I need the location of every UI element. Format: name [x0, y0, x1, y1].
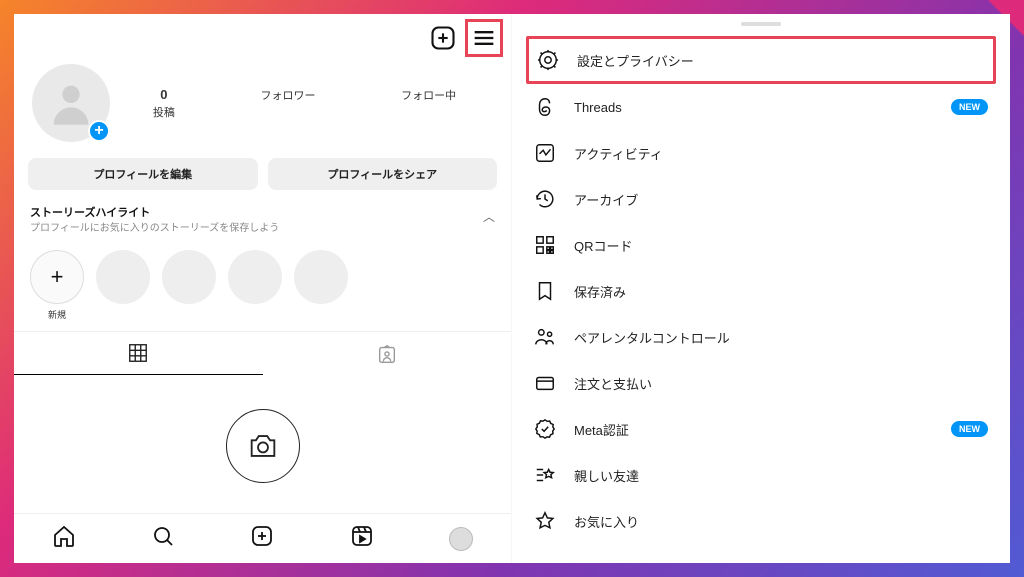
- new-badge: NEW: [951, 99, 988, 115]
- story-placeholder: [294, 250, 348, 321]
- person-icon: [45, 77, 97, 129]
- search-icon: [151, 524, 175, 548]
- parental-icon: [534, 326, 556, 348]
- menu-item-label: Threads: [574, 100, 933, 115]
- grid-icon: [127, 342, 149, 364]
- menu-button[interactable]: [470, 24, 498, 52]
- menu-item-gear[interactable]: 設定とプライバシー: [526, 36, 996, 84]
- nav-profile[interactable]: [449, 527, 473, 551]
- menu-item-label: ペアレンタルコントロール: [574, 328, 988, 347]
- menu-item-verified[interactable]: Meta認証 NEW: [534, 406, 988, 452]
- menu-item-label: 注文と支払い: [574, 374, 988, 393]
- plus-square-icon: [250, 524, 274, 548]
- stat-following[interactable]: フォロー中: [401, 87, 456, 120]
- stat-followers[interactable]: フォロワー: [260, 87, 315, 120]
- chevron-up-icon[interactable]: ︿: [483, 208, 495, 225]
- followers-label: フォロワー: [260, 90, 315, 102]
- menu-item-closefriends[interactable]: 親しい友達: [534, 452, 988, 498]
- profile-screen: + 0 投稿 フォロワー フォロー中 プロフィールを編集: [14, 14, 512, 563]
- posts-count: 0: [153, 87, 175, 102]
- empty-grid: [14, 375, 511, 489]
- menu-item-label: アクティビティ: [574, 144, 988, 163]
- plus-square-icon: [429, 24, 457, 52]
- menu-item-label: アーカイブ: [574, 190, 988, 209]
- tab-tagged[interactable]: [263, 332, 512, 375]
- home-icon: [52, 524, 76, 548]
- menu-sheet: 設定とプライバシー Threads NEW アクティビティアーカイブ QRコード保存済み…: [512, 14, 1010, 563]
- menu-item-label: QRコード: [574, 236, 988, 255]
- sheet-handle[interactable]: [741, 22, 781, 26]
- tagged-icon: [376, 343, 398, 365]
- menu-item-star[interactable]: お気に入り: [534, 498, 988, 544]
- nav-home[interactable]: [52, 524, 76, 553]
- bookmark-icon: [534, 280, 556, 302]
- profile-tabs: [14, 331, 511, 375]
- add-story-icon[interactable]: +: [88, 120, 110, 142]
- stats: 0 投稿 フォロワー フォロー中: [110, 87, 499, 120]
- story-new[interactable]: + 新規: [30, 250, 84, 321]
- stat-posts[interactable]: 0 投稿: [153, 87, 175, 120]
- nav-reels[interactable]: [350, 524, 374, 553]
- camera-empty-icon: [226, 409, 300, 483]
- story-placeholder: [228, 250, 282, 321]
- following-label: フォロー中: [401, 90, 456, 102]
- profile-header: + 0 投稿 フォロワー フォロー中: [14, 58, 511, 148]
- create-button[interactable]: [429, 24, 457, 52]
- edit-profile-button[interactable]: プロフィールを編集: [28, 158, 258, 190]
- closefriends-icon: [534, 464, 556, 486]
- menu-list: 設定とプライバシー Threads NEW アクティビティアーカイブ QRコード保存済み…: [512, 36, 1010, 544]
- story-highlights-subtitle: プロフィールにお気に入りのストーリーズを保存しよう: [30, 222, 279, 236]
- posts-label: 投稿: [153, 107, 175, 119]
- profile-actions: プロフィールを編集 プロフィールをシェア: [14, 148, 511, 200]
- story-highlights-title: ストーリーズハイライト: [30, 204, 279, 220]
- bottom-nav: [14, 513, 511, 563]
- story-new-label: 新規: [48, 308, 66, 321]
- menu-item-threads[interactable]: Threads NEW: [534, 84, 988, 130]
- story-placeholder: [96, 250, 150, 321]
- activity-icon: [534, 142, 556, 164]
- menu-item-label: Meta認証: [574, 420, 933, 439]
- reels-icon: [350, 524, 374, 548]
- star-icon: [534, 510, 556, 532]
- verified-icon: [534, 418, 556, 440]
- gear-icon: [537, 49, 559, 71]
- story-highlights-section: ストーリーズハイライト プロフィールにお気に入りのストーリーズを保存しよう ︿: [14, 200, 511, 240]
- menu-item-label: 保存済み: [574, 282, 988, 301]
- tab-grid[interactable]: [14, 332, 263, 375]
- menu-item-parental[interactable]: ペアレンタルコントロール: [534, 314, 988, 360]
- highlight-hamburger: [465, 19, 503, 57]
- hamburger-icon: [470, 24, 498, 52]
- story-highlights-row: + 新規: [14, 240, 511, 327]
- nav-create[interactable]: [250, 524, 274, 553]
- qr-icon: [534, 234, 556, 256]
- menu-item-label: お気に入り: [574, 512, 988, 531]
- menu-item-label: 設定とプライバシー: [577, 51, 985, 70]
- menu-item-qr[interactable]: QRコード: [534, 222, 988, 268]
- nav-search[interactable]: [151, 524, 175, 553]
- menu-item-activity[interactable]: アクティビティ: [534, 130, 988, 176]
- threads-icon: [534, 96, 556, 118]
- avatar[interactable]: +: [32, 64, 110, 142]
- card-icon: [534, 372, 556, 394]
- top-bar: [14, 14, 511, 58]
- share-profile-button[interactable]: プロフィールをシェア: [268, 158, 498, 190]
- archive-icon: [534, 188, 556, 210]
- menu-item-card[interactable]: 注文と支払い: [534, 360, 988, 406]
- menu-item-bookmark[interactable]: 保存済み: [534, 268, 988, 314]
- menu-item-archive[interactable]: アーカイブ: [534, 176, 988, 222]
- story-placeholder: [162, 250, 216, 321]
- menu-item-label: 親しい友達: [574, 466, 988, 485]
- new-badge: NEW: [951, 421, 988, 437]
